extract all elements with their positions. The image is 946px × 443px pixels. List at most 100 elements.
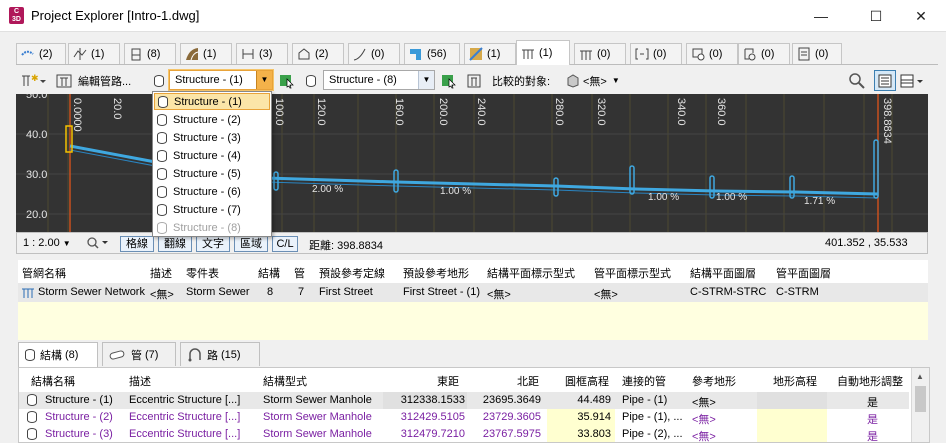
select-object-icon	[442, 74, 456, 88]
centerline-toggle[interactable]: C/L	[272, 236, 298, 252]
chevron-down-icon[interactable]: ▼	[256, 71, 272, 89]
structure-select[interactable]: Structure - (1) ▼	[169, 70, 273, 90]
structure-icon	[158, 95, 168, 108]
dropdown-option[interactable]: Structure - (6)	[154, 183, 270, 200]
network-grid: 管網名稱 描述 零件表 結構 管 預設參考定線 預設參考地形 結構平面標示型式 …	[18, 260, 928, 340]
column-header[interactable]: 地形高程	[773, 373, 817, 389]
tab-parcels[interactable]: (2)	[292, 43, 344, 64]
close-button[interactable]: ✕	[906, 4, 936, 28]
pick-profile-view-button[interactable]	[440, 70, 458, 91]
column-header[interactable]: 自動地形調整	[837, 373, 909, 389]
y-tick-label: 50.0	[26, 94, 47, 101]
structure-dropdown-list[interactable]: Structure - (1) Structure - (2) Structur…	[152, 91, 272, 237]
structure-icon	[27, 428, 41, 442]
dropdown-option[interactable]: Structure - (2)	[154, 111, 270, 128]
tab-alignments[interactable]: (2)	[16, 43, 66, 64]
flip-toggle[interactable]: 翻線	[158, 236, 192, 252]
pressure-network-icon	[579, 47, 593, 61]
layout-menu-button[interactable]	[900, 70, 926, 91]
tab-structures[interactable]: 結構 (8)	[18, 342, 98, 367]
dropdown-option[interactable]: Structure - (7)	[154, 201, 270, 218]
column-header[interactable]: 預設參考定線	[319, 265, 385, 281]
structure-marker	[873, 139, 879, 199]
column-header[interactable]: 參考地形	[692, 373, 736, 389]
x-tick-label: 20.0	[111, 98, 123, 119]
column-header[interactable]: 結構名稱	[31, 373, 75, 389]
chevron-down-icon: ▼	[611, 76, 620, 85]
column-header[interactable]: 結構	[258, 265, 280, 281]
structures-grid: 結構名稱 描述 結構型式 東距 北距 圓框高程 連接的管 參考地形 地形高程 自…	[18, 367, 930, 443]
column-header[interactable]: 管平面圖層	[776, 265, 831, 281]
chevron-down-icon[interactable]: ▼	[418, 71, 434, 89]
column-header[interactable]: 結構型式	[263, 373, 307, 389]
y-tick-label: 20.0	[26, 209, 47, 221]
options-menu-button[interactable]: ✱	[20, 70, 48, 91]
column-header[interactable]: 圓框高程	[565, 373, 609, 389]
column-header[interactable]: 結構平面標示型式	[487, 265, 575, 281]
column-header[interactable]: 預設參考地形	[403, 265, 469, 281]
dropdown-option[interactable]: Structure - (5)	[154, 165, 270, 182]
path-icon	[188, 347, 201, 361]
tab-pipe-networks[interactable]: (1)	[516, 40, 570, 65]
scrollbar-thumb[interactable]	[915, 386, 926, 412]
compare-select[interactable]: <無> ▼	[566, 70, 628, 91]
magnifier-icon	[87, 237, 108, 249]
zoom-menu-button[interactable]	[85, 235, 113, 251]
column-header[interactable]: 連接的管	[622, 373, 666, 389]
dropdown-option[interactable]: Structure - (4)	[154, 147, 270, 164]
tab-intersections[interactable]: (0)	[686, 43, 738, 64]
scroll-up-icon[interactable]: ▲	[916, 372, 924, 381]
grade-label: 1.00 %	[440, 186, 471, 197]
column-header[interactable]: 零件表	[186, 265, 219, 281]
dropdown-option[interactable]: Structure - (1)	[154, 93, 270, 110]
scale-select[interactable]: 1 : 2.00 ▼	[23, 237, 71, 249]
column-header[interactable]: 描述	[150, 265, 172, 281]
tab-catchments[interactable]: (0)	[792, 43, 842, 64]
table-row[interactable]: Structure - (1) Eccentric Structure [...…	[19, 392, 909, 409]
tab-pipes[interactable]: (56)	[404, 43, 460, 64]
list-view-button[interactable]	[874, 70, 896, 91]
minimize-button[interactable]: —	[806, 4, 836, 28]
column-header[interactable]: 結構平面圖層	[690, 265, 756, 281]
tab-feature-lines[interactable]: (0)	[348, 43, 400, 64]
tab-corridors[interactable]: (1)	[180, 43, 232, 64]
tab-pipes-list[interactable]: 管 (7)	[102, 342, 176, 366]
tab-point-groups[interactable]: (0)	[738, 43, 790, 64]
tab-sample-lines[interactable]: (3)	[236, 43, 288, 64]
tab-profile-views[interactable]: (8)	[124, 43, 176, 64]
tab-pressure-networks[interactable]: (0)	[574, 43, 626, 64]
network-grid-header: 管網名稱 描述 零件表 結構 管 預設參考定線 預設參考地形 結構平面標示型式 …	[18, 260, 928, 283]
column-header[interactable]: 管	[294, 265, 305, 281]
maximize-button[interactable]: ☐	[861, 4, 891, 28]
distance-readout: 距離: 398.8834	[309, 240, 383, 252]
column-header[interactable]: 管平面標示型式	[594, 265, 671, 281]
grid-toggle[interactable]: 格線	[120, 236, 154, 252]
table-row[interactable]: Structure - (2) Eccentric Structure [...…	[19, 409, 909, 426]
text-toggle[interactable]: 文字	[196, 236, 230, 252]
column-header[interactable]: 描述	[129, 373, 151, 389]
app-icon: C 3D	[9, 7, 24, 24]
table-row[interactable]: Structure - (3) Eccentric Structure [...…	[19, 426, 909, 442]
tab-surfaces[interactable]: (1)	[464, 43, 516, 64]
zoom-button[interactable]	[848, 70, 866, 91]
structures-grid-header: 結構名稱 描述 結構型式 東距 北距 圓框高程 連接的管 參考地形 地形高程 自…	[19, 368, 929, 392]
column-header[interactable]: 管網名稱	[22, 265, 66, 281]
edit-network-button[interactable]: 編輯管路...	[56, 70, 148, 91]
region-toggle[interactable]: 區域	[234, 236, 268, 252]
x-tick-label: 320.0	[595, 98, 607, 126]
grade-label: 2.00 %	[312, 184, 343, 195]
pick-structure-button[interactable]	[278, 70, 296, 91]
column-header[interactable]: 北距	[517, 373, 539, 389]
column-header[interactable]: 東距	[437, 373, 459, 389]
pipe-icon	[409, 47, 423, 61]
dropdown-option[interactable]: Structure - (3)	[154, 129, 270, 146]
tab-profiles[interactable]: (1)	[68, 43, 120, 64]
structure-icon	[157, 149, 167, 162]
tab-section-views[interactable]: (0)	[630, 43, 682, 64]
edit-pipe-icon	[56, 74, 72, 87]
table-row[interactable]: Storm Sewer Network <無> Storm Sewer 8 7 …	[18, 283, 928, 302]
tab-paths[interactable]: 路 (15)	[180, 342, 260, 366]
profile-view-select[interactable]: Structure - (8) ▼	[323, 70, 435, 90]
y-tick-label: 40.0	[26, 129, 47, 141]
vertical-scrollbar[interactable]: ▲	[911, 368, 929, 442]
